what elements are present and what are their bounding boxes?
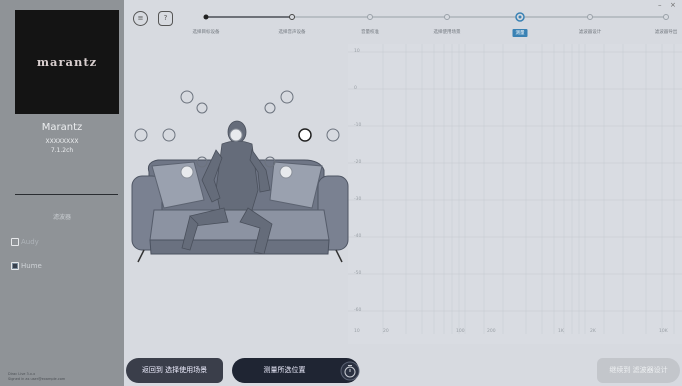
logo-text: marantz [36,55,98,69]
position-marker-5[interactable] [264,102,276,114]
model-name: XXXXXXXX [45,138,79,145]
x-tick-1: 10 [354,329,360,334]
y-tick-4: -20 [354,160,362,165]
x-tick-7: 10K [659,329,668,334]
sidebar-divider [15,194,118,195]
hume-checkbox[interactable] [11,262,19,270]
footer-line-2: Signed in as user@example.com [8,377,66,381]
next-button[interactable]: 继续到 滤波器设计 [597,358,680,383]
position-marker-2[interactable] [196,102,208,114]
section-title: 滤波器 [52,214,71,221]
step-dot-2[interactable] [289,14,295,20]
position-marker-4[interactable] [162,128,176,142]
step-dot-4[interactable] [444,14,450,20]
brand-name: Marantz [41,122,83,133]
step-dot-3[interactable] [367,14,373,20]
x-tick-5: 1K [558,329,564,334]
listening-room-illustration [131,90,349,263]
step-label-5[interactable]: 测量 [512,29,528,37]
position-marker-3[interactable] [134,128,148,142]
hume-label: Hume [21,262,42,270]
selected-position-marker[interactable] [298,128,312,142]
frequency-chart [348,44,682,344]
position-marker-1[interactable] [180,90,194,104]
measured-marker-1[interactable] [229,128,243,142]
x-tick-2: 20 [383,329,389,334]
measured-marker-2[interactable] [180,165,194,179]
version-footer: Dirac Live 3.x.x Signed in as user@examp… [8,372,65,382]
step-label-7[interactable]: 滤波器导出 [655,29,678,35]
y-tick-7: -50 [354,271,362,276]
y-tick-8: -60 [354,308,362,313]
step-label-4[interactable]: 选择使用场景 [434,29,461,35]
audy-label: Audy [21,238,39,246]
measure-label: 测量所选位置 [263,366,306,374]
position-marker-6[interactable] [280,90,294,104]
step-label-1[interactable]: 选择目标设备 [193,29,220,35]
y-tick-1: 10 [354,49,360,54]
y-tick-6: -40 [354,234,362,239]
y-tick-5: -30 [354,197,362,202]
step-label-2[interactable]: 选择音声设备 [279,29,306,35]
audy-checkbox[interactable] [11,238,19,246]
step-dot-1[interactable] [203,14,209,20]
timer-icon[interactable] [340,361,360,381]
step-dot-7[interactable] [663,14,669,20]
channel-config: 7.1.2ch [50,147,74,154]
step-label-6[interactable]: 滤波器设计 [579,29,602,35]
x-tick-3: 100 [456,329,465,334]
step-dot-6[interactable] [587,14,593,20]
back-label: 返回到 选择使用场景 [141,366,208,374]
next-label: 继续到 滤波器设计 [609,366,668,374]
x-tick-4: 200 [487,329,496,334]
y-tick-3: -10 [354,123,362,128]
measured-marker-3[interactable] [279,165,293,179]
y-tick-2: 0 [354,86,357,91]
x-tick-6: 2K [590,329,596,334]
sidebar: marantz Marantz XXXXXXXX 7.1.2ch 滤波器 Aud… [0,0,124,386]
back-button[interactable]: 返回到 选择使用场景 [126,358,223,383]
position-marker-7[interactable] [326,128,340,142]
step-label-3[interactable]: 音量校准 [361,29,379,35]
